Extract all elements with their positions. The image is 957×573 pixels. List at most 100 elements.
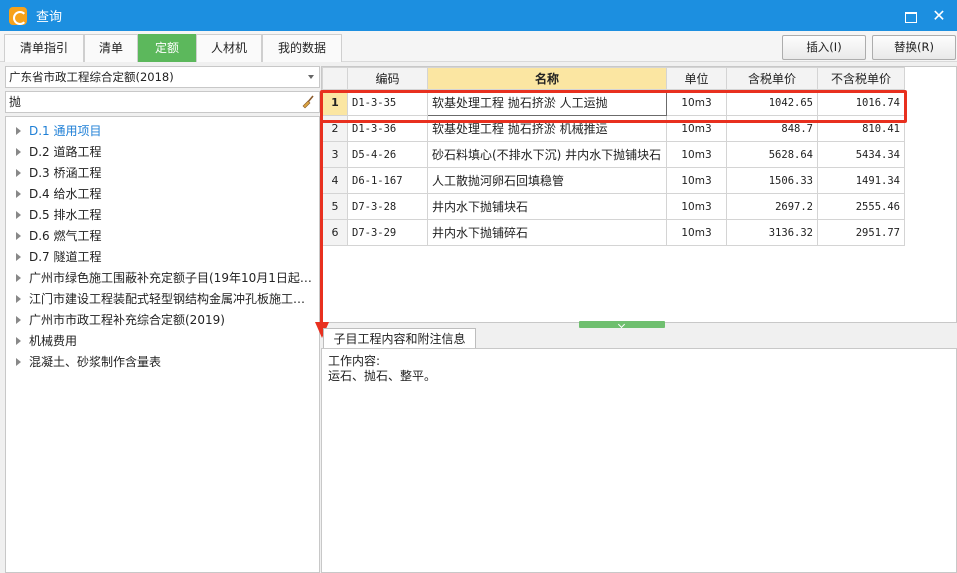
name-column-header[interactable]: 名称 <box>427 67 667 90</box>
replace-button[interactable]: 替换(R) <box>872 35 956 60</box>
annotation-arrow-line <box>320 120 323 325</box>
unit-cell[interactable]: 10m3 <box>666 89 727 116</box>
expand-icon[interactable] <box>16 273 21 282</box>
tab-bill-guide[interactable]: 清单指引 <box>4 34 84 62</box>
name-cell[interactable]: 软基处理工程 抛石挤淤 机械推运 <box>427 115 667 142</box>
price-tax-cell[interactable]: 2697.2 <box>726 193 818 220</box>
code-cell[interactable]: D5-4-26 <box>347 141 428 168</box>
category-tree: D.1 通用项目 D.2 道路工程 D.3 桥涵工程 D.4 给水工程 D.5 … <box>5 116 320 573</box>
result-grid: 编码 名称 单位 含税单价 不含税单价 1 D1-3-35 软基处理工程 抛石挤… <box>321 66 957 323</box>
tab-my-data[interactable]: 我的数据 <box>262 34 342 62</box>
table-row[interactable]: 1 D1-3-35 软基处理工程 抛石挤淤 人工运抛 10m3 1042.65 … <box>322 89 905 116</box>
table-row[interactable]: 6 D7-3-29 井内水下抛铺碎石 10m3 3136.32 2951.77 <box>322 219 905 246</box>
table-row[interactable]: 2 D1-3-36 软基处理工程 抛石挤淤 机械推运 10m3 848.7 81… <box>322 115 905 142</box>
expand-icon[interactable] <box>16 231 21 240</box>
search-input[interactable]: 抛 <box>5 91 320 113</box>
name-cell[interactable]: 人工散抛河卵石回填稳管 <box>427 167 667 194</box>
library-select[interactable]: 广东省市政工程综合定额(2018) <box>5 66 320 88</box>
work-content-text: 运石、抛石、整平。 <box>328 369 437 383</box>
row-number: 1 <box>322 89 348 116</box>
expand-icon[interactable] <box>16 126 21 135</box>
tree-item[interactable]: D.5 排水工程 <box>16 205 314 225</box>
name-cell[interactable]: 井内水下抛铺碎石 <box>427 219 667 246</box>
price-notax-cell[interactable]: 2555.46 <box>817 193 905 220</box>
work-content-heading: 工作内容: <box>328 354 381 368</box>
tab-labor-material[interactable]: 人材机 <box>196 34 262 62</box>
price-notax-cell[interactable]: 810.41 <box>817 115 905 142</box>
expand-icon[interactable] <box>16 252 21 261</box>
table-row[interactable]: 3 D5-4-26 砂石料填心(不排水下沉) 井内水下抛铺块石 10m3 562… <box>322 141 905 168</box>
tree-item[interactable]: D.7 隧道工程 <box>16 247 314 267</box>
expand-icon[interactable] <box>16 210 21 219</box>
name-cell[interactable]: 软基处理工程 抛石挤淤 人工运抛 <box>427 89 667 116</box>
tree-item[interactable]: 混凝土、砂浆制作含量表 <box>16 352 314 372</box>
price-tax-cell[interactable]: 3136.32 <box>726 219 818 246</box>
tree-item[interactable]: D.3 桥涵工程 <box>16 163 314 183</box>
unit-column-header[interactable]: 单位 <box>666 67 727 90</box>
expand-icon[interactable] <box>16 147 21 156</box>
price-notax-cell[interactable]: 1016.74 <box>817 89 905 116</box>
tree-item[interactable]: 广州市市政工程补充综合定额(2019) <box>16 310 314 330</box>
unit-cell[interactable]: 10m3 <box>666 167 727 194</box>
tab-quota[interactable]: 定额 <box>138 34 196 62</box>
expand-icon[interactable] <box>16 294 21 303</box>
tree-item[interactable]: D.1 通用项目 <box>16 121 314 141</box>
unit-cell[interactable]: 10m3 <box>666 219 727 246</box>
tree-item[interactable]: 机械费用 <box>16 331 314 351</box>
expand-icon[interactable] <box>16 189 21 198</box>
table-row[interactable]: 4 D6-1-167 人工散抛河卵石回填稳管 10m3 1506.33 1491… <box>322 167 905 194</box>
unit-cell[interactable]: 10m3 <box>666 141 727 168</box>
price-notax-column-header[interactable]: 不含税单价 <box>817 67 905 90</box>
expand-icon[interactable] <box>16 168 21 177</box>
price-tax-cell[interactable]: 5628.64 <box>726 141 818 168</box>
price-notax-cell[interactable]: 2951.77 <box>817 219 905 246</box>
expand-icon[interactable] <box>16 315 21 324</box>
tree-item[interactable]: D.2 道路工程 <box>16 142 314 162</box>
code-cell[interactable]: D7-3-29 <box>347 219 428 246</box>
info-panel: 工作内容: 运石、抛石、整平。 <box>321 348 957 573</box>
unit-cell[interactable]: 10m3 <box>666 193 727 220</box>
row-number: 5 <box>322 193 348 220</box>
code-cell[interactable]: D1-3-36 <box>347 115 428 142</box>
chevron-down-icon[interactable] <box>308 75 314 79</box>
search-input-value: 抛 <box>9 95 22 109</box>
tree-item[interactable]: D.4 给水工程 <box>16 184 314 204</box>
maximize-icon[interactable] <box>900 6 920 26</box>
price-tax-cell[interactable]: 848.7 <box>726 115 818 142</box>
result-table: 编码 名称 单位 含税单价 不含税单价 1 D1-3-35 软基处理工程 抛石挤… <box>322 67 905 246</box>
tree-item[interactable]: D.6 燃气工程 <box>16 226 314 246</box>
tab-item-info[interactable]: 子目工程内容和附注信息 <box>323 328 476 349</box>
expand-icon[interactable] <box>16 357 21 366</box>
name-cell[interactable]: 井内水下抛铺块石 <box>427 193 667 220</box>
price-notax-cell[interactable]: 5434.34 <box>817 141 905 168</box>
app-logo-icon <box>9 6 27 25</box>
tab-bill[interactable]: 清单 <box>84 34 138 62</box>
tree-item[interactable]: 广州市绿色施工围蔽补充定额子目(19年10月1日起… <box>16 268 314 288</box>
tree-item[interactable]: 江门市建设工程装配式轻型钢结构金属冲孔板施工… <box>16 289 314 309</box>
name-cell[interactable]: 砂石料填心(不排水下沉) 井内水下抛铺块石 <box>427 141 667 168</box>
code-cell[interactable]: D1-3-35 <box>347 89 428 116</box>
price-tax-column-header[interactable]: 含税单价 <box>726 67 818 90</box>
expand-icon[interactable] <box>16 336 21 345</box>
price-tax-cell[interactable]: 1506.33 <box>726 167 818 194</box>
insert-button[interactable]: 插入(I) <box>782 35 866 60</box>
panel-splitter-handle[interactable] <box>579 321 665 328</box>
row-number: 4 <box>322 167 348 194</box>
library-select-value: 广东省市政工程综合定额(2018) <box>9 70 174 84</box>
broom-icon[interactable] <box>301 95 315 109</box>
table-row[interactable]: 5 D7-3-28 井内水下抛铺块石 10m3 2697.2 2555.46 <box>322 193 905 220</box>
price-tax-cell[interactable]: 1042.65 <box>726 89 818 116</box>
table-header-row: 编码 名称 单位 含税单价 不含税单价 <box>322 67 905 90</box>
window-title: 查询 <box>36 10 63 25</box>
unit-cell[interactable]: 10m3 <box>666 115 727 142</box>
close-icon[interactable]: ✕ <box>929 6 949 26</box>
row-number: 6 <box>322 219 348 246</box>
code-column-header[interactable]: 编码 <box>347 67 428 90</box>
code-cell[interactable]: D6-1-167 <box>347 167 428 194</box>
row-number: 2 <box>322 115 348 142</box>
code-cell[interactable]: D7-3-28 <box>347 193 428 220</box>
price-notax-cell[interactable]: 1491.34 <box>817 167 905 194</box>
tab-bar: 清单指引 清单 定额 人材机 我的数据 插入(I) 替换(R) <box>0 31 957 62</box>
title-bar: 查询 ✕ <box>0 0 957 31</box>
left-panel: 广东省市政工程综合定额(2018) 抛 D.1 通用项目 D.2 道路工程 D.… <box>5 66 320 573</box>
